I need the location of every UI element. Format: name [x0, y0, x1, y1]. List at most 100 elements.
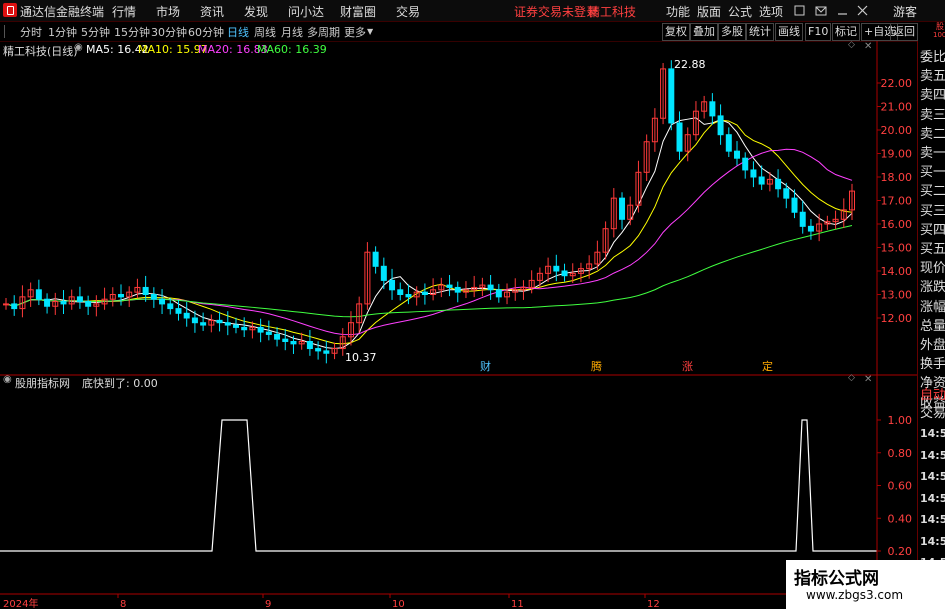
candle-body	[487, 284, 494, 291]
draw-line-button[interactable]: 画线	[775, 23, 803, 41]
diamond-icon[interactable]: ◇	[848, 373, 855, 383]
watermark-url: www.zbgs3.com	[806, 588, 904, 602]
indicator-tick-label: 0.80	[888, 447, 913, 460]
candle-body	[717, 115, 724, 136]
price-tick-label: 18.00	[881, 171, 913, 184]
candle-body	[159, 298, 166, 305]
candle-body	[60, 301, 67, 305]
ma60-label: MA60: 16.39	[257, 43, 327, 56]
candle-body	[11, 303, 18, 310]
menu-ask[interactable]: 问小达	[288, 3, 324, 20]
back-button[interactable]: 返回	[890, 23, 918, 41]
login-notice[interactable]: 证券交易未登录	[514, 3, 598, 20]
tab-intraday[interactable]: 分时	[20, 24, 42, 40]
candle-body	[421, 291, 428, 295]
auto-trade-label[interactable]: 自动	[920, 384, 945, 403]
tab-1min[interactable]: 1分钟	[48, 24, 77, 40]
candle-body	[799, 211, 806, 227]
price-tick-label: 13.00	[881, 289, 913, 302]
tab-5min[interactable]: 5分钟	[81, 24, 110, 40]
event-mark[interactable]: 定	[762, 358, 773, 374]
menu-layout[interactable]: 版面	[697, 3, 721, 20]
trade-time: 14:56	[920, 427, 945, 440]
candle-body	[216, 319, 223, 324]
date-label: 9	[265, 599, 271, 609]
app-name: 通达信金融终端	[20, 5, 105, 19]
indicator-line	[0, 419, 877, 552]
trade-time: 14:56	[920, 448, 945, 462]
menu-quotes[interactable]: 行情	[112, 3, 136, 20]
auto-trade-label[interactable]: 交易	[920, 402, 945, 421]
menu-news[interactable]: 资讯	[200, 3, 224, 20]
menu-options[interactable]: 选项	[759, 3, 783, 20]
candle-body	[241, 326, 248, 331]
diamond-icon[interactable]: ◇	[848, 40, 855, 50]
stats-button[interactable]: 统计	[746, 23, 774, 41]
multi-stock-button[interactable]: 多股	[718, 23, 746, 41]
menu-function[interactable]: 功能	[666, 3, 690, 20]
chart-close-icon[interactable]: ✕	[864, 41, 872, 52]
chart-area[interactable]: 22.00 21.00 20.00 19.00 18.00 17.00 16.00 15.00…	[0, 41, 917, 609]
candle-body	[561, 270, 568, 277]
quote-field-label: 涨幅	[920, 299, 945, 315]
quote-field-label: 涨跌	[920, 280, 945, 296]
quote-field-label: 换手	[920, 357, 945, 373]
menu-market[interactable]: 市场	[156, 3, 180, 20]
candle-body	[372, 251, 379, 267]
indicator-tick-label: 1.00	[888, 414, 913, 427]
tab-weekly[interactable]: 周线	[254, 24, 276, 40]
candle-body	[44, 298, 51, 307]
indicator-menu-icon[interactable]: ◉	[3, 374, 12, 385]
ma-line	[5, 119, 853, 345]
f10-button[interactable]: F10	[805, 23, 832, 41]
candle-body	[167, 303, 174, 310]
quote-field-label: 外盘	[920, 338, 945, 353]
overlay-button[interactable]: 叠加	[690, 23, 718, 41]
tab-30min[interactable]: 30分钟	[151, 24, 187, 40]
candle-body	[709, 101, 716, 117]
candle-body	[323, 350, 330, 354]
price-tick-label: 15.00	[881, 242, 913, 255]
candle-body	[306, 341, 313, 350]
trade-time: 14:56	[920, 470, 945, 483]
tab-monthly[interactable]: 月线	[281, 24, 303, 40]
tab-60min[interactable]: 60分钟	[188, 24, 224, 40]
candle-body	[553, 265, 560, 272]
menu-wealth[interactable]: 财富圈	[340, 3, 376, 20]
candle-body	[290, 341, 297, 345]
menu-discover[interactable]: 发现	[244, 3, 268, 20]
event-mark[interactable]: 财	[480, 358, 491, 374]
candle-body	[183, 312, 190, 319]
candle-body	[232, 324, 239, 328]
candle-body	[725, 134, 732, 152]
high-price-label: 22.88	[674, 58, 706, 71]
quote-field-label: 卖五	[920, 69, 945, 85]
event-mark[interactable]: 涨	[682, 358, 693, 374]
date-label: 12	[647, 599, 660, 609]
mark-button[interactable]: 标记	[832, 23, 860, 41]
candle-body	[274, 333, 281, 340]
chart-menu-icon[interactable]: ◉	[74, 42, 83, 53]
more-dropdown-icon[interactable]: ▼	[367, 27, 373, 36]
title-bar: 通达信金融终端 行情 市场 资讯 发现 问小达 财富圈 交易 证券交易未登录 精…	[0, 0, 945, 22]
price-tick-label: 16.00	[881, 218, 913, 231]
tab-more[interactable]: 更多	[344, 24, 366, 40]
user-label[interactable]: 游客	[893, 3, 917, 20]
tab-multi-period[interactable]: 多周期	[307, 24, 340, 40]
tab-15min[interactable]: 15分钟	[114, 24, 150, 40]
date-label: 11	[511, 599, 524, 609]
ma-line	[5, 148, 853, 336]
event-mark[interactable]: 腾	[591, 358, 602, 374]
quote-field-label: 买四	[920, 222, 945, 238]
candle-body	[495, 289, 502, 298]
indicator-close-icon[interactable]: ✕	[864, 374, 872, 385]
indicator-formula: 底快到了: 0.00	[82, 377, 158, 390]
tab-daily[interactable]: 日线	[227, 24, 249, 40]
menu-trade[interactable]: 交易	[396, 3, 420, 20]
restore-rights-button[interactable]: 复权	[662, 23, 690, 41]
candle-body	[783, 188, 790, 199]
candle-body	[35, 289, 42, 300]
candle-body	[742, 157, 749, 171]
menu-formula[interactable]: 公式	[728, 3, 752, 20]
ma-line	[5, 225, 853, 318]
